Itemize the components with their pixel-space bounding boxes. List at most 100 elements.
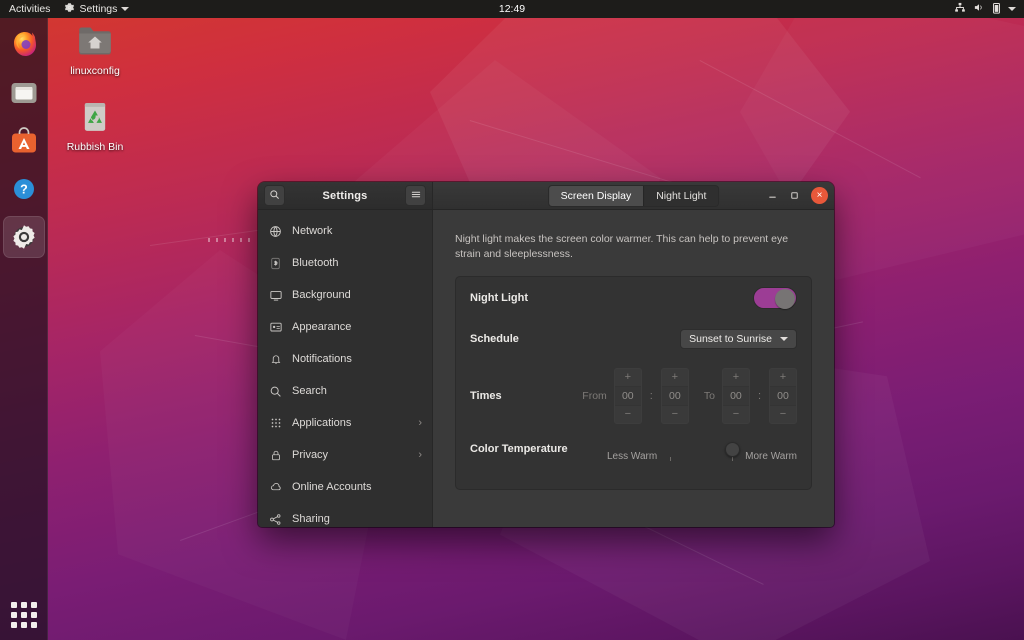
row-night-light: Night Light: [470, 277, 797, 318]
sidebar-item-bluetooth[interactable]: Bluetooth: [258, 247, 432, 279]
schedule-dropdown[interactable]: Sunset to Sunrise: [680, 328, 797, 349]
increment-button[interactable]: +: [614, 369, 641, 386]
time-separator: :: [757, 390, 761, 402]
sidebar-item-label: Online Accounts: [292, 481, 372, 493]
decrement-button[interactable]: −: [661, 406, 688, 423]
ubuntu-software-icon: [11, 127, 36, 153]
minimize-button[interactable]: [767, 190, 778, 201]
network-icon: [954, 2, 966, 16]
desktop-icon-label: Rubbish Bin: [66, 141, 124, 153]
toggle-knob: [775, 288, 795, 309]
slider-min-label: Less Warm: [607, 451, 658, 462]
increment-button[interactable]: +: [722, 369, 749, 386]
to-minutes-value[interactable]: 00: [770, 386, 796, 406]
sidebar-item-search[interactable]: Search: [258, 375, 432, 407]
from-hours-spinner[interactable]: + 00 −: [613, 368, 642, 424]
clock[interactable]: 12:49: [482, 3, 542, 15]
window-titlebar[interactable]: Settings Screen Display Night Light ×: [258, 182, 834, 210]
dock-item-ubuntu-software[interactable]: [3, 120, 45, 162]
dock-item-help[interactable]: ?: [3, 168, 45, 210]
slider-tick: [669, 457, 671, 461]
sidebar-item-sharing[interactable]: Sharing: [258, 503, 432, 527]
sidebar-item-online-accounts[interactable]: Online Accounts: [258, 471, 432, 503]
chevron-right-icon: ›: [418, 417, 422, 429]
from-hours-value[interactable]: 00: [614, 386, 641, 406]
maximize-button[interactable]: [789, 190, 800, 201]
settings-gear-icon: [12, 225, 35, 249]
to-minutes-spinner[interactable]: + 00 −: [769, 368, 797, 424]
panel-description: Night light makes the screen color warme…: [455, 233, 789, 260]
increment-button[interactable]: +: [661, 369, 688, 386]
tab-screen-display[interactable]: Screen Display: [548, 185, 644, 206]
slider-max-label: More Warm: [745, 451, 797, 462]
dock: ?: [0, 18, 48, 640]
app-menu-button[interactable]: Settings: [57, 0, 136, 18]
settings-window: Settings Screen Display Night Light × Ne…: [258, 182, 834, 527]
sidebar-item-network[interactable]: Network: [258, 215, 432, 247]
color-temperature-slider[interactable]: Less Warm More Warm: [607, 442, 797, 462]
show-applications-button[interactable]: [7, 598, 41, 632]
volume-icon: [973, 2, 985, 16]
battery-icon: [992, 2, 1001, 17]
menu-button[interactable]: [405, 185, 426, 206]
svg-text:?: ?: [20, 183, 28, 197]
sidebar-item-label: Search: [292, 385, 327, 397]
home-folder-icon: [56, 24, 134, 61]
activities-button[interactable]: Activities: [2, 0, 57, 18]
app-menu-label: Settings: [79, 3, 118, 15]
hamburger-menu-icon: [410, 187, 422, 205]
night-light-panel: Night light makes the screen color warme…: [433, 210, 834, 527]
sidebar-item-applications[interactable]: Applications ›: [258, 407, 432, 439]
desktop-icon-trash[interactable]: Rubbish Bin: [56, 100, 134, 153]
search-button[interactable]: [264, 185, 285, 206]
chevron-right-icon: ›: [418, 449, 422, 461]
appearance-icon: [268, 321, 283, 334]
settings-card: Night Light Schedule Sunset to Sunrise T…: [455, 276, 812, 490]
monitor-icon: [268, 289, 283, 302]
schedule-label: Schedule: [470, 332, 519, 345]
sidebar-item-background[interactable]: Background: [258, 279, 432, 311]
night-light-toggle[interactable]: [753, 286, 797, 309]
bell-icon: [268, 353, 283, 366]
sidebar-item-label: Privacy: [292, 449, 329, 461]
decrement-button[interactable]: −: [770, 406, 796, 423]
increment-button[interactable]: +: [770, 369, 796, 386]
view-tabs[interactable]: Screen Display Night Light: [547, 184, 720, 207]
window-controls: ×: [767, 187, 828, 204]
to-hours-spinner[interactable]: + 00 −: [721, 368, 750, 424]
dock-item-settings[interactable]: [2, 216, 45, 258]
window-title: Settings: [322, 189, 368, 202]
dock-item-firefox[interactable]: [3, 24, 45, 66]
chevron-down-icon: [121, 7, 130, 11]
close-button[interactable]: ×: [811, 187, 828, 204]
share-icon: [268, 513, 283, 526]
from-minutes-spinner[interactable]: + 00 −: [660, 368, 689, 424]
system-status-area[interactable]: [954, 0, 1020, 18]
sidebar-item-label: Sharing: [292, 513, 330, 525]
night-light-label: Night Light: [470, 291, 529, 304]
sidebar-item-label: Background: [292, 289, 351, 301]
bluetooth-icon: [268, 257, 283, 270]
search-icon: [268, 385, 283, 398]
sidebar-item-privacy[interactable]: Privacy ›: [258, 439, 432, 471]
from-minutes-value[interactable]: 00: [661, 386, 688, 406]
firefox-icon: [13, 32, 36, 56]
decrement-button[interactable]: −: [614, 406, 641, 423]
tab-night-light[interactable]: Night Light: [643, 185, 719, 206]
settings-sidebar: Network Bluetooth Background Appearance …: [258, 210, 433, 527]
times-label: Times: [470, 390, 502, 402]
dock-item-files[interactable]: [3, 72, 45, 114]
desktop-icon-home-folder[interactable]: linuxconfig: [56, 24, 134, 77]
sidebar-item-notifications[interactable]: Notifications: [258, 343, 432, 375]
sidebar-item-appearance[interactable]: Appearance: [258, 311, 432, 343]
time-separator: :: [649, 390, 653, 402]
search-icon: [269, 187, 280, 205]
help-icon: ?: [13, 179, 34, 199]
row-times: Times From + 00 − : + 00 − To + 00 −: +…: [470, 359, 797, 433]
decrement-button[interactable]: −: [722, 406, 749, 423]
to-hours-value[interactable]: 00: [722, 386, 749, 406]
activities-label: Activities: [9, 3, 51, 15]
gear-icon: [64, 2, 75, 16]
sidebar-item-label: Appearance: [292, 321, 352, 333]
grid-icon: [268, 417, 283, 429]
